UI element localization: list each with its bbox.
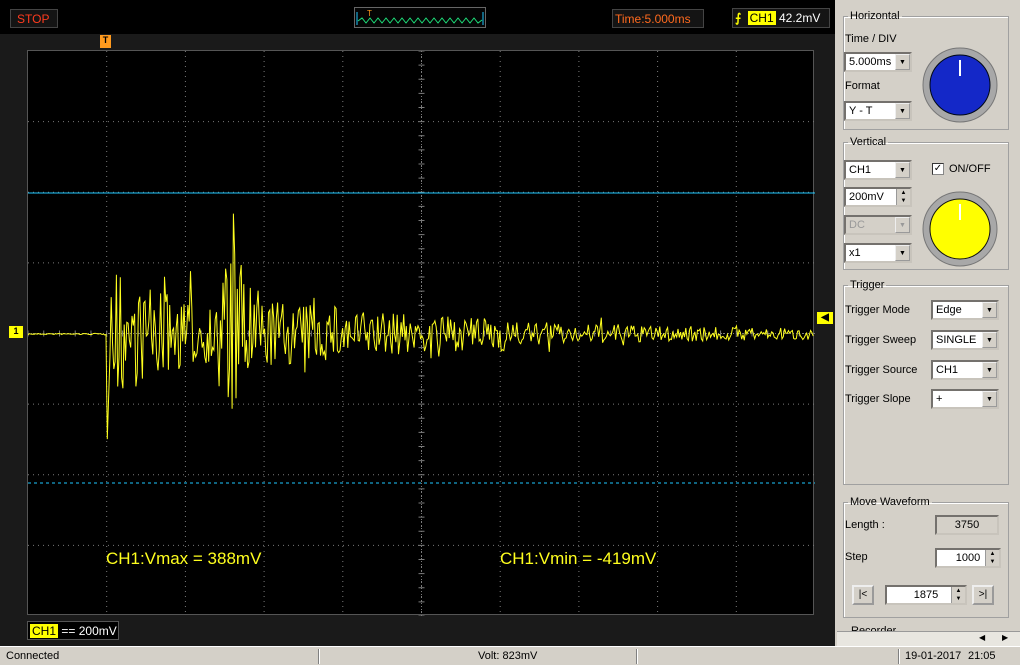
status-separator bbox=[318, 649, 320, 664]
ch1-trace bbox=[28, 213, 814, 440]
channel-scale-bar: CH1 == 200mV bbox=[27, 621, 119, 640]
scroll-right-icon[interactable]: ▶ bbox=[1002, 633, 1008, 642]
horizontal-title: Horizontal bbox=[850, 10, 900, 22]
run-stop-indicator[interactable]: STOP bbox=[10, 9, 58, 28]
chevron-down-icon: ▼ bbox=[895, 217, 910, 233]
format-select[interactable]: Y - T ▼ bbox=[844, 101, 912, 121]
format-label: Format bbox=[845, 80, 880, 92]
trigger-position-marker[interactable]: T bbox=[100, 35, 111, 48]
trigger-slope-select[interactable]: + ▼ bbox=[931, 389, 999, 409]
timebase-knob[interactable] bbox=[921, 46, 999, 124]
timebase-readout: Time:5.000ms bbox=[612, 9, 704, 28]
coupling-symbol: == bbox=[61, 624, 76, 638]
channel-onoff-label: ON/OFF bbox=[949, 163, 991, 175]
status-separator bbox=[898, 649, 900, 664]
trigger-channel-badge: CH1 bbox=[747, 11, 776, 25]
volts-div-value: 200mV bbox=[849, 191, 884, 203]
length-value: 3750 bbox=[935, 515, 999, 535]
trigger-mode-label: Trigger Mode bbox=[845, 304, 911, 316]
move-first-button[interactable]: |< bbox=[852, 585, 874, 605]
chevron-down-icon[interactable]: ▼ bbox=[982, 332, 997, 348]
volts-div-spinner[interactable]: 200mV ▲ ▼ bbox=[844, 187, 912, 207]
trigger-sweep-value: SINGLE bbox=[936, 334, 977, 346]
chevron-down-icon[interactable]: ▼ bbox=[895, 162, 910, 178]
chevron-down-icon[interactable]: ▼ bbox=[895, 245, 910, 261]
channel-1-offset-marker[interactable]: 1 bbox=[9, 326, 23, 338]
trigger-mode-value: Edge bbox=[936, 304, 962, 316]
chevron-down-icon[interactable]: ▼ bbox=[982, 302, 997, 318]
volt-readout: Volt: 823mV bbox=[478, 650, 538, 662]
connection-status: Connected bbox=[6, 650, 60, 662]
panel-horizontal-scrollbar[interactable]: ◀ ▶ bbox=[837, 631, 1020, 646]
trigger-level-readout: 42.2mV bbox=[778, 11, 821, 25]
volts-knob[interactable] bbox=[921, 190, 999, 268]
length-label: Length : bbox=[845, 519, 885, 531]
trigger-window-waveform: T bbox=[356, 9, 484, 25]
vmax-measurement: CH1:Vmax = 388mV bbox=[106, 549, 262, 568]
spin-arrows-icon[interactable]: ▲ ▼ bbox=[985, 550, 999, 566]
probe-value: x1 bbox=[849, 247, 861, 259]
time-div-label: Time / DIV bbox=[845, 33, 897, 45]
spin-arrows-icon[interactable]: ▲ ▼ bbox=[896, 189, 910, 205]
trigger-source-select[interactable]: CH1 ▼ bbox=[931, 360, 999, 380]
format-value: Y - T bbox=[849, 105, 873, 117]
channel-scale: 200mV bbox=[78, 624, 117, 638]
status-date: 19-01-2017 bbox=[905, 650, 962, 662]
vertical-channel-value: CH1 bbox=[849, 164, 872, 176]
coupling-value: DC bbox=[849, 219, 865, 231]
spin-arrows-icon[interactable]: ▲ ▼ bbox=[951, 587, 965, 603]
trigger-mode-select[interactable]: Edge ▼ bbox=[931, 300, 999, 320]
rising-edge-icon: ⨍ bbox=[735, 11, 742, 25]
trigger-window-mark: T bbox=[367, 9, 372, 18]
step-spinner[interactable]: 1000 ▲ ▼ bbox=[935, 548, 1001, 568]
scope-top-bar: STOP T Time:5.000ms ⨍ CH1 42.2mV bbox=[0, 0, 835, 34]
trigger-slope-label: Trigger Slope bbox=[845, 393, 911, 405]
status-separator bbox=[636, 649, 638, 664]
step-value: 1000 bbox=[955, 552, 981, 564]
vmin-measurement: CH1:Vmin = -419mV bbox=[500, 549, 657, 568]
chevron-down-icon[interactable]: ▼ bbox=[982, 391, 997, 407]
trigger-level-marker[interactable]: ◀ bbox=[817, 312, 833, 324]
position-value: 1875 bbox=[913, 589, 939, 601]
scope-display: STOP T Time:5.000ms ⨍ CH1 42.2mV T 1 ◀ C… bbox=[0, 0, 835, 646]
channel-onoff-checkbox[interactable]: ✓ bbox=[932, 163, 944, 175]
trigger-source-value: CH1 bbox=[936, 364, 959, 376]
vertical-channel-select[interactable]: CH1 ▼ bbox=[844, 160, 912, 180]
step-label: Step bbox=[845, 551, 868, 563]
oscilloscope-app: STOP T Time:5.000ms ⨍ CH1 42.2mV T 1 ◀ C… bbox=[0, 0, 1020, 665]
control-panel: Horizontal Time / DIV 5.000ms ▼ Format Y… bbox=[837, 0, 1020, 646]
status-clock: 21:05 bbox=[968, 650, 996, 662]
waveform-canvas bbox=[28, 51, 815, 616]
trigger-info: ⨍ CH1 42.2mV bbox=[732, 8, 830, 28]
trigger-window-preview[interactable]: T bbox=[354, 7, 486, 28]
waveform-graticule[interactable]: CH1:Vmax = 388mV CH1:Vmin = -419mV bbox=[27, 50, 815, 616]
time-div-value: 5.000ms bbox=[849, 56, 892, 68]
time-div-select[interactable]: 5.000ms ▼ bbox=[844, 52, 912, 72]
status-bar: Connected Volt: 823mV 19-01-2017 21:05 bbox=[0, 646, 1020, 665]
probe-select[interactable]: x1 ▼ bbox=[844, 243, 912, 263]
trigger-title: Trigger bbox=[850, 279, 885, 291]
chevron-down-icon[interactable]: ▼ bbox=[895, 54, 910, 70]
move-waveform-title: Move Waveform bbox=[850, 496, 930, 508]
channel-badge: CH1 bbox=[30, 624, 59, 638]
chevron-down-icon[interactable]: ▼ bbox=[895, 103, 910, 119]
vertical-title: Vertical bbox=[850, 136, 887, 148]
coupling-select: DC ▼ bbox=[844, 215, 912, 235]
chevron-down-icon[interactable]: ▼ bbox=[982, 362, 997, 378]
position-spinner[interactable]: 1875 ▲ ▼ bbox=[885, 585, 967, 605]
trigger-source-label: Trigger Source bbox=[845, 364, 918, 376]
trigger-slope-value: + bbox=[936, 393, 943, 405]
scroll-left-icon[interactable]: ◀ bbox=[979, 633, 985, 642]
trigger-sweep-label: Trigger Sweep bbox=[845, 334, 917, 346]
trigger-sweep-select[interactable]: SINGLE ▼ bbox=[931, 330, 999, 350]
move-last-button[interactable]: >| bbox=[972, 585, 994, 605]
